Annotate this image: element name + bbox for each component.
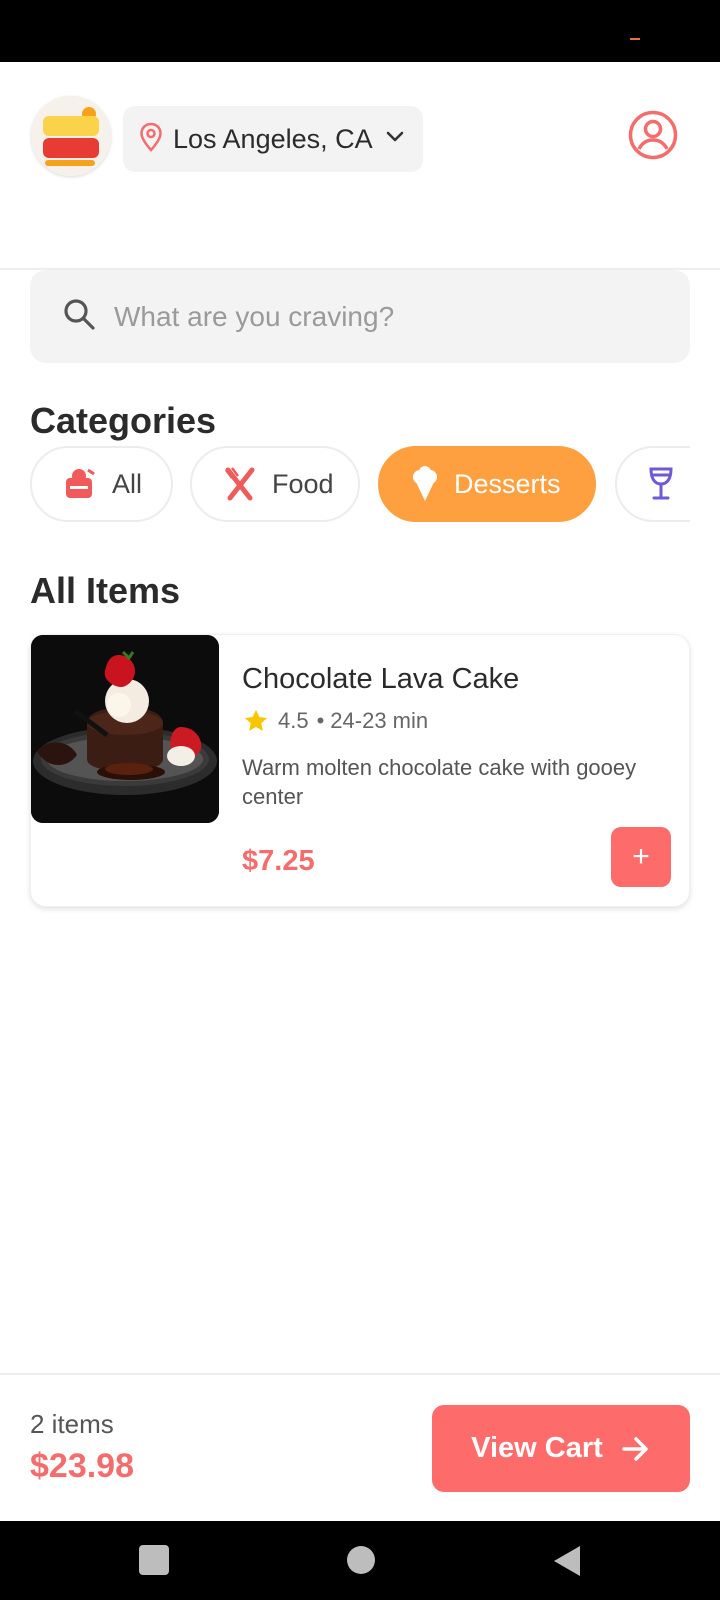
- category-label: All: [112, 468, 143, 499]
- categories-title: Categories: [30, 400, 217, 441]
- food-bag-icon: [62, 466, 98, 502]
- logo-image: [31, 96, 111, 176]
- ice-cream-icon: [410, 465, 440, 503]
- cart-footer: 2 items $23.98 View Cart: [0, 1373, 720, 1521]
- cart-total: $23.98: [30, 1447, 134, 1485]
- home-button[interactable]: [347, 1546, 375, 1574]
- item-name: Chocolate Lava Cake: [242, 663, 520, 695]
- chocolate-lava-cake-image: [31, 635, 219, 823]
- wine-glass-icon: [647, 466, 675, 502]
- search-icon: [62, 297, 96, 336]
- star-icon: [242, 707, 270, 735]
- all-items-title: All Items: [30, 570, 181, 611]
- location-pin-icon: [139, 122, 163, 157]
- category-chip-drinks[interactable]: [615, 446, 690, 522]
- recents-button[interactable]: [139, 1545, 169, 1575]
- search-input[interactable]: [114, 300, 634, 333]
- view-cart-button[interactable]: View Cart: [432, 1405, 690, 1492]
- item-rating: 4.5: [278, 708, 309, 733]
- back-button[interactable]: [550, 1544, 584, 1583]
- view-cart-label: View Cart: [471, 1432, 603, 1464]
- cart-item-count: 2 items: [30, 1409, 114, 1439]
- yum-yum-logo[interactable]: [31, 96, 111, 176]
- location-selector[interactable]: Los Angeles, CA: [123, 106, 423, 172]
- fork-knife-icon: [222, 466, 258, 502]
- item-meta: 4.5 • 24-23 min: [242, 707, 428, 735]
- category-label: Food: [272, 468, 334, 499]
- item-delivery-time: 24-23 min: [330, 708, 429, 733]
- location-label: Los Angeles, CA: [173, 123, 373, 154]
- meta-separator: •: [316, 708, 325, 733]
- category-chips: All Food Desserts: [30, 446, 690, 522]
- category-chip-desserts[interactable]: Desserts: [378, 446, 596, 522]
- search-bar[interactable]: [30, 270, 690, 363]
- category-chip-food[interactable]: Food: [190, 446, 360, 522]
- profile-icon[interactable]: [628, 110, 678, 160]
- android-nav-bar: [0, 1521, 720, 1600]
- status-indicator: [630, 38, 640, 40]
- category-label: Desserts: [454, 468, 561, 499]
- category-chip-all[interactable]: All: [30, 446, 173, 522]
- add-to-cart-button[interactable]: +: [611, 827, 671, 887]
- item-description: Warm molten chocolate cake with gooey ce…: [242, 755, 637, 809]
- menu-item-card[interactable]: Chocolate Lava Cake 4.5 • 24-23 min Warm…: [30, 634, 690, 907]
- arrow-right-icon: [621, 1436, 651, 1462]
- item-price: $7.25: [242, 845, 315, 877]
- chevron-down-icon: [385, 130, 405, 149]
- status-bar: [0, 0, 720, 62]
